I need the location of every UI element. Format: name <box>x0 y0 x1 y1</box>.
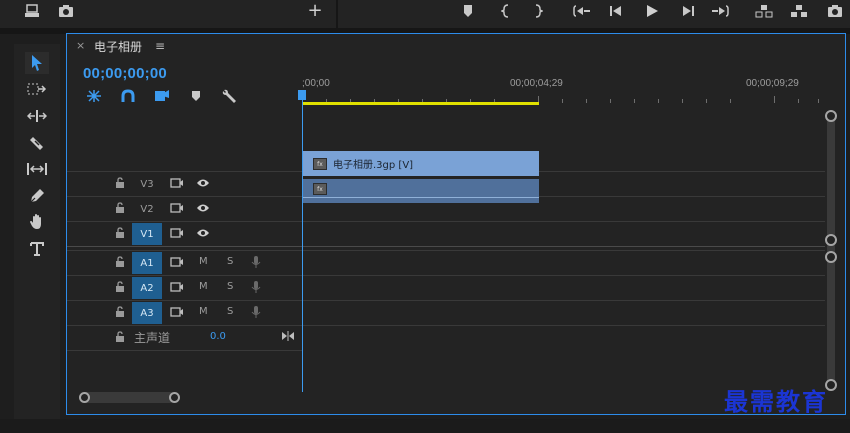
mute-button[interactable]: M <box>199 306 208 317</box>
top-toolbar: + <box>0 0 850 28</box>
go-to-in-icon[interactable] <box>572 2 592 20</box>
add-marker-icon[interactable] <box>153 88 171 104</box>
time-ruler[interactable]: ;00;00 00;00;04;29 00;00;09;29 <box>302 70 822 106</box>
lock-icon[interactable] <box>115 256 125 268</box>
sync-lock-icon[interactable] <box>170 256 184 268</box>
panel-menu-icon[interactable]: ≡ <box>155 39 165 53</box>
scroll-handle[interactable] <box>825 251 837 263</box>
step-forward-icon[interactable] <box>678 2 698 20</box>
track-header-v2: V2 <box>67 197 303 221</box>
sync-lock-icon[interactable] <box>170 177 184 189</box>
fx-badge: fx <box>313 183 327 195</box>
add-button[interactable]: + <box>305 2 325 20</box>
track-name[interactable]: A2 <box>132 277 162 299</box>
lock-icon[interactable] <box>115 177 125 189</box>
play-icon[interactable] <box>642 2 662 20</box>
track-select-tool-icon[interactable] <box>25 78 49 100</box>
camera-icon[interactable] <box>56 2 76 20</box>
linked-selection-icon[interactable] <box>119 88 137 104</box>
lock-icon[interactable] <box>115 306 125 318</box>
track-header-v1: V1 <box>67 222 303 246</box>
sequence-title[interactable]: 电子相册 <box>94 38 142 55</box>
slip-tool-icon[interactable] <box>25 158 49 180</box>
razor-tool-icon[interactable] <box>25 132 49 154</box>
solo-button[interactable]: S <box>227 281 233 292</box>
eye-icon[interactable] <box>196 228 210 238</box>
sync-lock-icon[interactable] <box>170 202 184 214</box>
track-name[interactable]: V2 <box>132 198 162 220</box>
lift-icon[interactable] <box>754 2 774 20</box>
scroll-handle[interactable] <box>825 234 837 246</box>
watermark: 最需教育 <box>724 387 828 416</box>
sync-lock-icon[interactable] <box>170 281 184 293</box>
master-volume-value[interactable]: 0.0 <box>210 331 226 342</box>
mute-button[interactable]: M <box>199 256 208 267</box>
scroll-handle[interactable] <box>79 392 90 403</box>
go-to-out-icon[interactable] <box>710 2 730 20</box>
audio-clip[interactable]: fx <box>303 179 539 203</box>
playhead-timecode[interactable]: 00;00;00;00 <box>83 65 167 82</box>
timeline-panel: × 电子相册 ≡ 00;00;00;00 ;00;00 00;00;04;29 … <box>66 33 846 415</box>
close-tab-button[interactable]: × <box>76 39 85 52</box>
track-header-master: 主声道 0.0 <box>67 326 303 350</box>
track-header-a1: A1 M S <box>67 251 303 275</box>
panel-header: × 电子相册 ≡ <box>67 34 845 58</box>
playhead-line[interactable] <box>302 92 303 392</box>
zoom-scrollbar[interactable] <box>79 392 180 403</box>
lock-icon[interactable] <box>115 331 125 343</box>
track-name[interactable]: A3 <box>132 302 162 324</box>
track-name[interactable]: V1 <box>132 223 162 245</box>
lock-icon[interactable] <box>115 281 125 293</box>
lock-icon[interactable] <box>115 202 125 214</box>
track-name[interactable]: A1 <box>132 252 162 274</box>
ripple-edit-tool-icon[interactable] <box>25 105 49 127</box>
scroll-handle[interactable] <box>825 110 837 122</box>
eye-icon[interactable] <box>196 203 210 213</box>
video-clip[interactable]: fx 电子相册.3gp [V] <box>303 151 539 176</box>
marker-icon[interactable] <box>187 88 205 104</box>
track-name[interactable]: V3 <box>132 173 162 195</box>
mark-out-icon[interactable] <box>528 2 548 20</box>
mute-button[interactable]: M <box>199 281 208 292</box>
marker-icon[interactable] <box>458 2 478 20</box>
eye-icon[interactable] <box>196 178 210 188</box>
clip-name: 电子相册.3gp [V] <box>333 160 414 171</box>
microphone-icon[interactable] <box>251 255 261 269</box>
master-track-label: 主声道 <box>134 331 171 345</box>
step-back-icon[interactable] <box>606 2 626 20</box>
sync-lock-icon[interactable] <box>170 306 184 318</box>
hand-tool-icon[interactable] <box>25 211 49 233</box>
type-tool-icon[interactable] <box>25 238 49 260</box>
export-frame-icon[interactable] <box>22 2 42 20</box>
microphone-icon[interactable] <box>251 305 261 319</box>
solo-button[interactable]: S <box>227 306 233 317</box>
wrench-icon[interactable] <box>221 88 239 104</box>
snap-icon[interactable] <box>85 88 103 104</box>
sync-lock-icon[interactable] <box>170 227 184 239</box>
go-to-end-icon[interactable] <box>281 330 295 342</box>
work-area-bar[interactable] <box>303 102 539 105</box>
camera-icon[interactable] <box>825 2 845 20</box>
track-header-a2: A2 M S <box>67 276 303 300</box>
track-area: V3 V2 V1 A1 M S A2 M S A3 M S 主声道 0.0 fx… <box>67 106 825 392</box>
microphone-icon[interactable] <box>251 280 261 294</box>
mark-in-icon[interactable] <box>496 2 516 20</box>
selection-tool-icon[interactable] <box>25 52 49 74</box>
solo-button[interactable]: S <box>227 256 233 267</box>
extract-icon[interactable] <box>789 2 809 20</box>
tools-panel <box>14 44 60 419</box>
bottom-strip <box>0 419 850 433</box>
lock-icon[interactable] <box>115 227 125 239</box>
ruler-ticks <box>302 96 819 103</box>
track-header-a3: A3 M S <box>67 301 303 325</box>
scroll-handle[interactable] <box>169 392 180 403</box>
pen-tool-icon[interactable] <box>25 185 49 207</box>
fx-badge: fx <box>313 158 327 170</box>
track-header-v3: V3 <box>67 172 303 196</box>
